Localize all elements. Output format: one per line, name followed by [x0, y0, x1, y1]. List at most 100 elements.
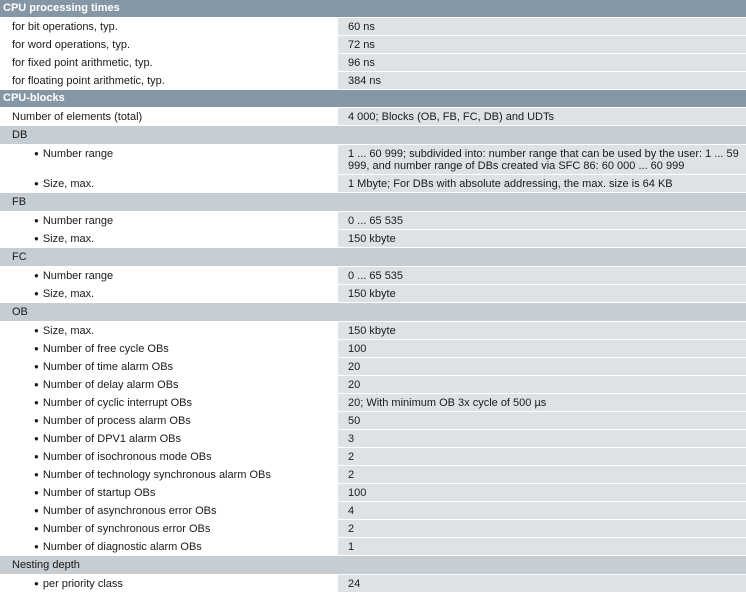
row-value: 0 ... 65 535	[338, 267, 746, 284]
row-label: Number of time alarm OBs	[42, 361, 174, 373]
row-label: Number range	[42, 215, 114, 227]
row-value: 100	[338, 340, 746, 357]
bullet-icon: ●	[34, 326, 39, 335]
row-value: 2	[338, 520, 746, 537]
row-label: for floating point arithmetic, typ.	[0, 72, 338, 89]
row-label: Number range	[42, 270, 114, 282]
table-row: ● Number of process alarm OBs 50	[0, 412, 746, 430]
row-value: 1 Mbyte; For DBs with absolute addressin…	[338, 175, 746, 192]
row-value: 150 kbyte	[338, 322, 746, 339]
row-label: Number of process alarm OBs	[42, 415, 191, 427]
section-header: CPU-blocks	[0, 90, 746, 108]
table-row: ● Size, max. 150 kbyte	[0, 322, 746, 340]
table-row: ● Number range 0 ... 65 535	[0, 267, 746, 285]
row-label: Number of technology synchronous alarm O…	[42, 469, 271, 481]
table-row: for bit operations, typ. 60 ns	[0, 18, 746, 36]
bullet-icon: ●	[34, 470, 39, 479]
row-label: Number of elements (total)	[0, 108, 338, 125]
row-value: 2	[338, 448, 746, 465]
table-row: ● Number of synchronous error OBs 2	[0, 520, 746, 538]
table-row: ● Number range 0 ... 65 535	[0, 212, 746, 230]
row-value: 72 ns	[338, 36, 746, 53]
row-label: Number of diagnostic alarm OBs	[42, 541, 202, 553]
table-row: ● Size, max. 150 kbyte	[0, 230, 746, 248]
row-value: 3	[338, 430, 746, 447]
row-value: 2	[338, 466, 746, 483]
table-row: ● per priority class 24	[0, 575, 746, 593]
bullet-icon: ●	[34, 289, 39, 298]
row-value: 100	[338, 484, 746, 501]
row-label: for fixed point arithmetic, typ.	[0, 54, 338, 71]
bullet-icon: ●	[34, 398, 39, 407]
row-label: Number of delay alarm OBs	[42, 379, 179, 391]
table-row: ● Number of DPV1 alarm OBs 3	[0, 430, 746, 448]
section-header: CPU processing times	[0, 0, 746, 18]
bullet-icon: ●	[34, 488, 39, 497]
bullet-icon: ●	[34, 216, 39, 225]
row-label: for word operations, typ.	[0, 36, 338, 53]
row-value: 384 ns	[338, 72, 746, 89]
table-row: for word operations, typ. 72 ns	[0, 36, 746, 54]
row-label: Size, max.	[42, 178, 95, 190]
table-row: ● Number of delay alarm OBs 20	[0, 376, 746, 394]
table-row: ● Number of asynchronous error OBs 4	[0, 502, 746, 520]
bullet-icon: ●	[34, 452, 39, 461]
row-value: 0 ... 65 535	[338, 212, 746, 229]
row-label: Number of cyclic interrupt OBs	[42, 397, 192, 409]
row-label: for bit operations, typ.	[0, 18, 338, 35]
spec-sheet: CPU processing times for bit operations,…	[0, 0, 746, 593]
row-label: per priority class	[42, 578, 123, 590]
row-value: 1	[338, 538, 746, 555]
table-row: ● Number of cyclic interrupt OBs 20; With …	[0, 394, 746, 412]
row-label: Number of DPV1 alarm OBs	[42, 433, 181, 445]
table-row: ● Number of isochronous mode OBs 2	[0, 448, 746, 466]
table-row: ● Number of time alarm OBs 20	[0, 358, 746, 376]
table-row: Number of elements (total) 4 000; Blocks …	[0, 108, 746, 126]
table-row: ● Number of startup OBs 100	[0, 484, 746, 502]
bullet-icon: ●	[34, 344, 39, 353]
bullet-icon: ●	[34, 542, 39, 551]
row-label: Number of synchronous error OBs	[42, 523, 211, 535]
row-value: 50	[338, 412, 746, 429]
row-value: 20	[338, 358, 746, 375]
row-value: 150 kbyte	[338, 230, 746, 247]
bullet-icon: ●	[34, 524, 39, 533]
row-value: 4 000; Blocks (OB, FB, FC, DB) and UDTs	[338, 108, 746, 125]
bullet-icon: ●	[34, 234, 39, 243]
table-row: ● Size, max. 1 Mbyte; For DBs with absolut…	[0, 175, 746, 193]
row-label: Size, max.	[42, 233, 95, 245]
bullet-icon: ●	[34, 149, 39, 158]
table-row: for floating point arithmetic, typ. 384 n…	[0, 72, 746, 90]
row-value: 24	[338, 575, 746, 592]
bullet-icon: ●	[34, 434, 39, 443]
group-header-ob: OB	[0, 303, 746, 322]
bullet-icon: ●	[34, 179, 39, 188]
row-label: Size, max.	[42, 325, 95, 337]
row-label: Number of isochronous mode OBs	[42, 451, 212, 463]
row-value: 4	[338, 502, 746, 519]
table-row: ● Size, max. 150 kbyte	[0, 285, 746, 303]
bullet-icon: ●	[34, 380, 39, 389]
row-label: Number range	[42, 148, 114, 160]
row-value: 60 ns	[338, 18, 746, 35]
table-row: ● Number of free cycle OBs 100	[0, 340, 746, 358]
table-row: for fixed point arithmetic, typ. 96 ns	[0, 54, 746, 72]
table-row: ● Number range 1 ... 60 999; subdivided in…	[0, 145, 746, 175]
group-header-nesting-depth: Nesting depth	[0, 556, 746, 575]
row-label: Number of startup OBs	[42, 487, 156, 499]
group-header-fc: FC	[0, 248, 746, 267]
table-row: ● Number of diagnostic alarm OBs 1	[0, 538, 746, 556]
row-value: 96 ns	[338, 54, 746, 71]
bullet-icon: ●	[34, 271, 39, 280]
group-header-fb: FB	[0, 193, 746, 212]
row-value: 20	[338, 376, 746, 393]
row-value: 20; With minimum OB 3x cycle of 500 µs	[338, 394, 746, 411]
group-header-db: DB	[0, 126, 746, 145]
row-label: Number of asynchronous error OBs	[42, 505, 217, 517]
bullet-icon: ●	[34, 416, 39, 425]
bullet-icon: ●	[34, 362, 39, 371]
bullet-icon: ●	[34, 506, 39, 515]
row-value: 150 kbyte	[338, 285, 746, 302]
row-label: Size, max.	[42, 288, 95, 300]
row-value: 1 ... 60 999; subdivided into: number ra…	[338, 145, 746, 174]
